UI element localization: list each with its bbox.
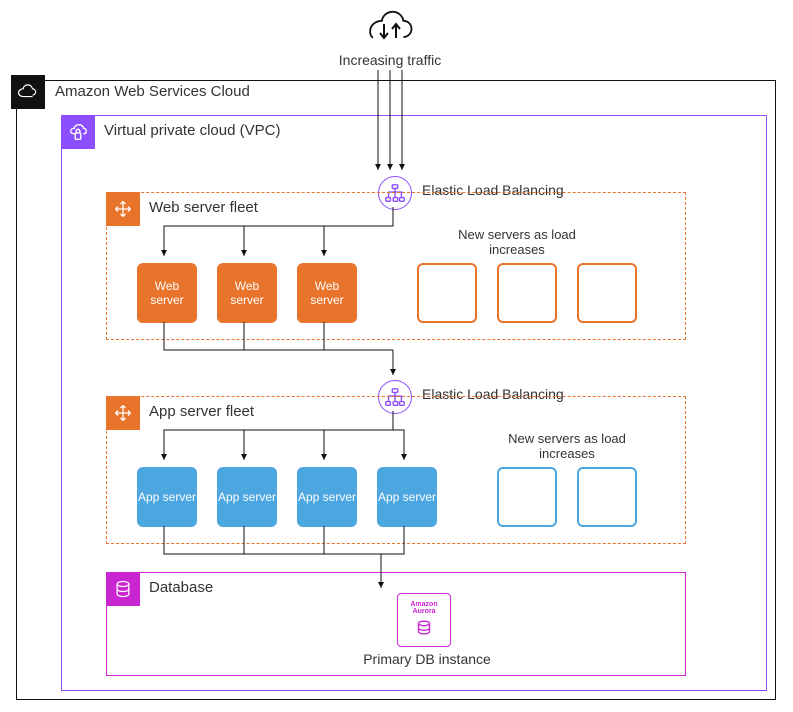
internet-cloud-icon bbox=[360, 10, 420, 50]
app-fleet-title: App server fleet bbox=[149, 403, 254, 420]
aws-cloud-icon bbox=[11, 75, 45, 109]
increasing-traffic-label: Increasing traffic bbox=[320, 52, 460, 68]
web-fleet-title: Web server fleet bbox=[149, 199, 258, 216]
app-server-fleet-group: App server fleet App server App server A… bbox=[106, 396, 686, 544]
app-server-node: App server bbox=[137, 467, 197, 527]
primary-db-label: Primary DB instance bbox=[347, 651, 507, 667]
aws-cloud-group: Amazon Web Services Cloud Virtual privat… bbox=[16, 80, 776, 700]
aurora-db-icon: Amazon Aurora bbox=[397, 593, 451, 647]
database-icon bbox=[106, 572, 140, 606]
web-server-node: Web server bbox=[217, 263, 277, 323]
app-server-node: App server bbox=[377, 467, 437, 527]
database-group: Database Amazon Aurora Primary DB instan… bbox=[106, 572, 686, 676]
web-server-placeholder bbox=[417, 263, 477, 323]
web-server-node: Web server bbox=[297, 263, 357, 323]
vpc-title: Virtual private cloud (VPC) bbox=[104, 122, 280, 139]
app-server-placeholder bbox=[497, 467, 557, 527]
new-servers-label: New servers as load increases bbox=[437, 227, 597, 257]
app-server-placeholder bbox=[577, 467, 637, 527]
web-server-placeholder bbox=[577, 263, 637, 323]
database-title: Database bbox=[149, 579, 213, 596]
auto-scaling-icon bbox=[106, 192, 140, 226]
app-server-node: App server bbox=[297, 467, 357, 527]
new-servers-label: New servers as load increases bbox=[487, 431, 647, 461]
app-server-node: App server bbox=[217, 467, 277, 527]
aws-cloud-title: Amazon Web Services Cloud bbox=[55, 83, 250, 100]
web-server-node: Web server bbox=[137, 263, 197, 323]
vpc-group: Virtual private cloud (VPC) Elastic Load… bbox=[61, 115, 767, 691]
vpc-icon bbox=[61, 115, 95, 149]
web-server-placeholder bbox=[497, 263, 557, 323]
web-server-fleet-group: Web server fleet Web server Web server W… bbox=[106, 192, 686, 340]
architecture-diagram: Increasing traffic Amazon Web Services C… bbox=[10, 10, 783, 702]
auto-scaling-icon bbox=[106, 396, 140, 430]
